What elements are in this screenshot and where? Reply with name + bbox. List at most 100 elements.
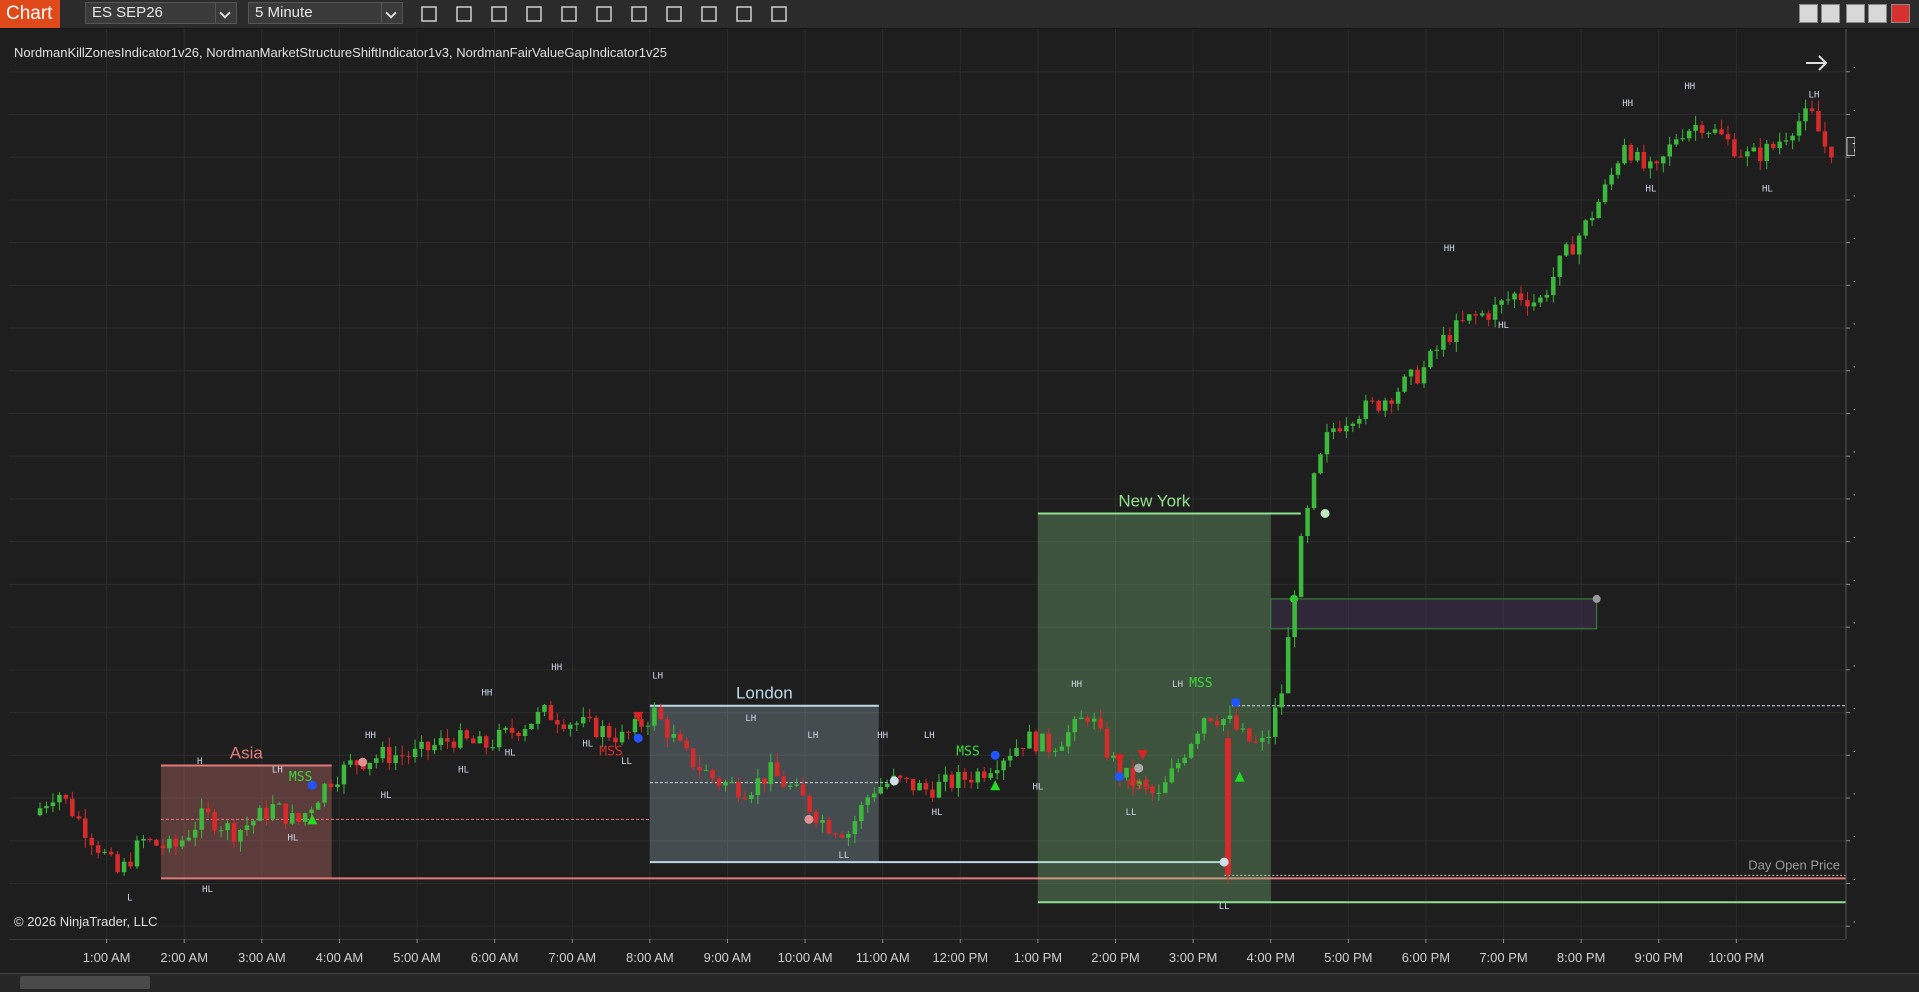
- structure-label: MSS: [1127, 778, 1150, 793]
- candle-body: [859, 804, 864, 822]
- structure-label: LH: [272, 765, 283, 775]
- structure-label: HL: [287, 834, 298, 844]
- structure-label: HL: [1032, 782, 1043, 792]
- structure-label: LH: [807, 731, 818, 741]
- chevron-down-icon[interactable]: [381, 3, 402, 23]
- structure-label: HL: [1498, 321, 1509, 331]
- pointer-icon[interactable]: [558, 3, 580, 25]
- candle-body: [173, 838, 179, 847]
- candle-body: [561, 724, 567, 729]
- candle-body: [386, 746, 392, 764]
- chevron-down-icon[interactable]: [215, 3, 236, 23]
- bar-type-icon[interactable]: [418, 3, 440, 25]
- candle-body: [742, 797, 748, 799]
- arrow-right-icon[interactable]: [1806, 55, 1828, 71]
- structure-label: HH: [1444, 244, 1455, 254]
- candle-body: [807, 795, 812, 812]
- zoom-out-icon[interactable]: [523, 3, 545, 25]
- candle-body: [917, 783, 922, 791]
- candle-body: [458, 730, 463, 748]
- candle-body: [1240, 728, 1246, 730]
- data-box-icon[interactable]: [593, 3, 615, 25]
- properties-icon[interactable]: [628, 3, 650, 25]
- structure-label: HL: [505, 748, 516, 758]
- close-icon[interactable]: [1891, 4, 1910, 23]
- candle-body: [820, 820, 825, 823]
- candle-body: [568, 724, 573, 729]
- candle-body: [1066, 732, 1071, 747]
- candle-body: [1098, 718, 1103, 729]
- candle-body: [872, 793, 877, 798]
- marker-dot: [804, 814, 814, 824]
- candle-body: [37, 808, 43, 816]
- time-axis[interactable]: 1:00 AM 2:00 AM 3:00 AM 4:00 AM 5:00 AM 6:00 …: [0, 939, 1919, 973]
- candle-body: [134, 840, 140, 867]
- candle-body: [283, 803, 289, 824]
- pencil-icon[interactable]: [453, 3, 475, 25]
- candle-body: [619, 731, 625, 743]
- candle-body: [1518, 293, 1524, 301]
- structure-label: LL: [1219, 902, 1230, 912]
- fair-value-gap-box: [1270, 598, 1598, 630]
- candle-body: [1816, 111, 1821, 132]
- candle-body: [1053, 750, 1058, 752]
- candle-body: [63, 794, 69, 799]
- candle-body: [57, 794, 62, 803]
- window-tile-icon[interactable]: [1799, 4, 1818, 23]
- candle-body: [1583, 220, 1588, 236]
- candle-body: [1272, 707, 1278, 737]
- candle-body: [471, 738, 476, 744]
- candle-body: [813, 811, 819, 823]
- candle-body: [1570, 244, 1575, 255]
- candle-body: [774, 762, 780, 777]
- chart-tab[interactable]: Chart: [0, 0, 60, 28]
- y-tick-label: 7580.00: [1853, 577, 1855, 591]
- candle-body: [1796, 121, 1802, 136]
- templates-icon[interactable]: [733, 3, 755, 25]
- zoom-in-icon[interactable]: [488, 3, 510, 25]
- x-tick-label: 5:00 PM: [1324, 950, 1372, 965]
- candle-body: [1783, 140, 1789, 142]
- candle-body: [205, 808, 211, 813]
- candle-body: [1225, 738, 1232, 875]
- x-tick-label: 1:00 PM: [1014, 950, 1062, 965]
- candle-body: [102, 851, 107, 853]
- candle-body: [645, 725, 651, 727]
- candle-body: [1382, 400, 1388, 411]
- candle-body: [593, 717, 599, 738]
- mss-up-arrow: [990, 780, 1001, 791]
- candle-body: [251, 820, 256, 826]
- candle-body: [548, 705, 554, 721]
- list-icon[interactable]: [768, 3, 790, 25]
- candle-body: [516, 732, 521, 737]
- candle-body: [587, 717, 592, 719]
- horizontal-scrollbar[interactable]: [0, 973, 1919, 992]
- candle-body: [1492, 304, 1498, 320]
- y-tick-label: 7540.00: [1853, 919, 1855, 933]
- candle-body: [1059, 746, 1065, 751]
- candle-body: [1777, 141, 1782, 149]
- drawing-tools-icon[interactable]: [698, 3, 720, 25]
- candle-body: [969, 779, 974, 783]
- strategies-icon[interactable]: [663, 3, 685, 25]
- structure-label: MSS: [956, 744, 979, 759]
- price-chart[interactable]: Asia London New York Day Open Price MSS MSS MS…: [9, 29, 1855, 939]
- candle-body: [141, 838, 146, 841]
- scroll-thumb[interactable]: [20, 976, 150, 989]
- marker-dot: [307, 780, 317, 790]
- candle-body: [1745, 151, 1750, 157]
- y-tick-label: 7545.00: [1853, 876, 1855, 890]
- window-tile2-icon[interactable]: [1821, 4, 1840, 23]
- candle-body: [445, 738, 450, 742]
- candle-body: [1292, 596, 1297, 638]
- minimize-icon[interactable]: [1846, 4, 1865, 23]
- structure-label: HH: [1684, 82, 1695, 92]
- y-tick-label: 7550.00: [1853, 834, 1855, 848]
- candle-body: [1609, 174, 1614, 185]
- instrument-selector[interactable]: ES SEP26: [85, 2, 237, 24]
- x-tick-label: 2:00 AM: [160, 950, 208, 965]
- candle-body: [1253, 741, 1259, 743]
- interval-selector[interactable]: 5 Minute: [248, 2, 403, 24]
- candle-body: [309, 809, 314, 814]
- restore-icon[interactable]: [1868, 4, 1887, 23]
